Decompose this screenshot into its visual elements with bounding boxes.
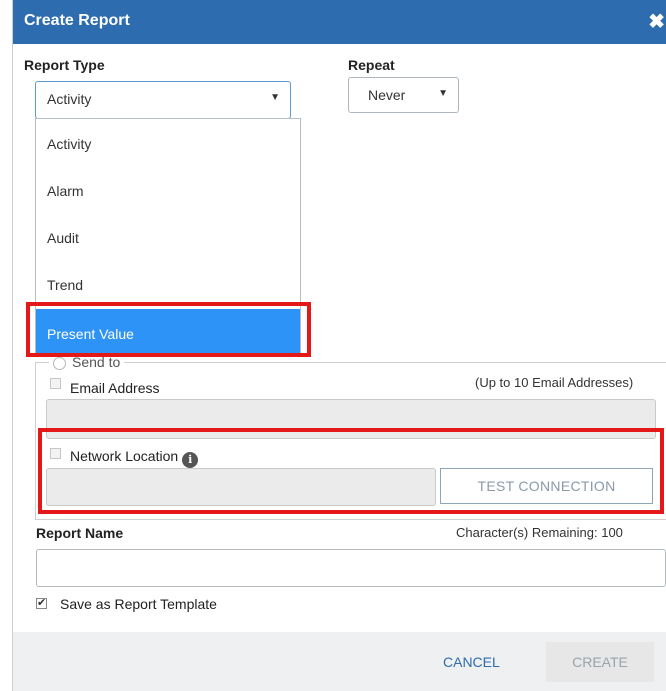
email-label: Email Address — [70, 380, 160, 396]
option-audit-label: Audit — [47, 230, 79, 246]
save-template-checkbox[interactable] — [36, 596, 47, 609]
option-trend[interactable]: Trend — [36, 260, 300, 306]
report-type-label: Report Type — [24, 57, 105, 73]
create-report-dialog: Create Report ✖ Report Type Activity ▼ R… — [12, 0, 666, 691]
dialog-title-bar: Create Report ✖ — [13, 0, 666, 44]
send-to-label: Send to — [72, 354, 121, 370]
report-type-dropdown: Activity Alarm Audit Trend Present Value — [35, 118, 301, 356]
option-present-value[interactable]: Present Value — [36, 309, 300, 355]
report-type-select[interactable]: Activity ▼ — [35, 81, 291, 119]
report-name-input[interactable] — [36, 549, 666, 587]
info-icon[interactable]: i — [182, 452, 199, 468]
network-location-input[interactable] — [46, 468, 436, 506]
option-audit[interactable]: Audit — [36, 213, 300, 259]
characters-remaining: Character(s) Remaining: 100 — [456, 525, 623, 540]
repeat-select[interactable]: Never ▼ — [348, 77, 459, 113]
send-to-radio[interactable] — [53, 356, 66, 370]
email-checkbox[interactable] — [50, 378, 61, 389]
network-location-label: Network Location i — [70, 448, 199, 468]
report-type-value: Activity — [47, 91, 92, 107]
option-present-value-label: Present Value — [47, 326, 134, 342]
repeat-value: Never — [368, 87, 406, 103]
dialog-title: Create Report — [24, 12, 130, 29]
caret-down-icon: ▼ — [438, 88, 448, 99]
report-name-label: Report Name — [36, 525, 124, 541]
option-activity[interactable]: Activity — [36, 119, 300, 165]
create-button[interactable]: CREATE — [546, 642, 654, 682]
network-checkbox[interactable] — [50, 448, 61, 459]
email-input[interactable] — [46, 399, 656, 439]
network-location-text: Network Location — [70, 448, 179, 464]
send-to-legend[interactable]: Send to — [49, 354, 125, 370]
option-activity-label: Activity — [47, 136, 92, 152]
option-trend-label: Trend — [47, 277, 84, 293]
cancel-button[interactable]: CANCEL — [443, 654, 500, 670]
close-icon[interactable]: ✖ — [648, 9, 665, 34]
repeat-label: Repeat — [348, 57, 395, 73]
caret-down-icon: ▼ — [270, 92, 280, 103]
dialog-footer: CANCEL CREATE — [13, 632, 666, 691]
save-template-label: Save as Report Template — [60, 596, 217, 612]
option-alarm[interactable]: Alarm — [36, 166, 300, 212]
option-alarm-label: Alarm — [47, 183, 84, 199]
test-connection-button[interactable]: TEST CONNECTION — [440, 468, 653, 504]
email-hint: (Up to 10 Email Addresses) — [475, 375, 634, 390]
